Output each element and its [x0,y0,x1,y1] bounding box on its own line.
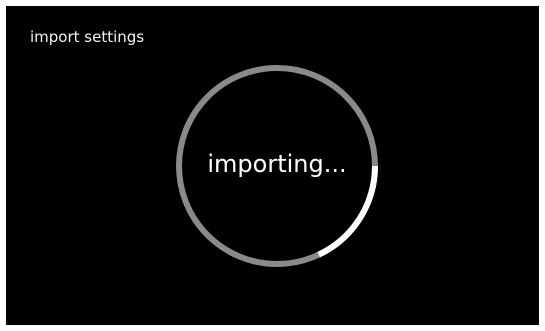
import-status-text: importing... [207,150,347,178]
import-settings-screen: import settings importing... [6,6,539,325]
screen-title: import settings [30,28,145,46]
